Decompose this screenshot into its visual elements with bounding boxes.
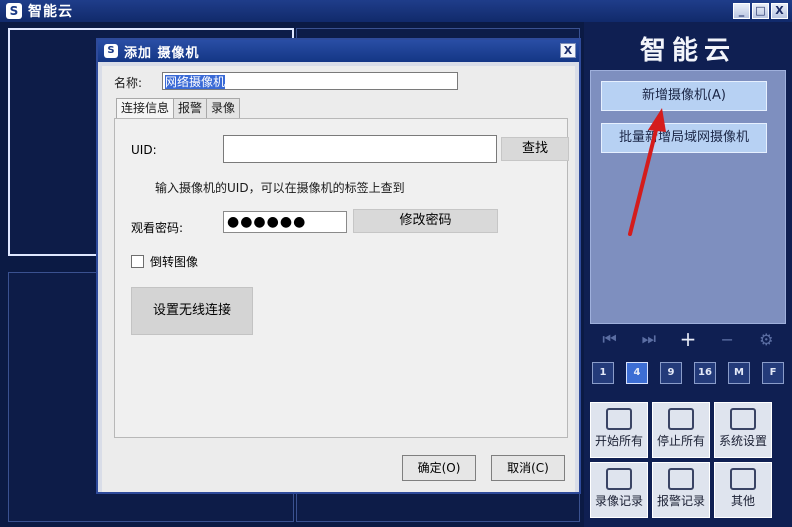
uid-hint: 输入摄像机的UID，可以在摄像机的标签上查到 — [155, 181, 405, 195]
layout-f-label: F — [769, 367, 777, 378]
flip-image-label: 倒转图像 — [150, 255, 199, 269]
app-title: 智能云 — [28, 4, 73, 20]
system-settings-label: 系统设置 — [718, 434, 767, 448]
alarm-log-button[interactable]: 报警记录 — [652, 462, 710, 518]
wifi-setup-button[interactable]: 设置无线连接 — [131, 287, 253, 335]
minimize-button[interactable]: _ — [733, 3, 750, 19]
dialog-logo-icon: S — [104, 44, 118, 58]
main-window: S 智能云 _ □ X 智能云 新增摄像机(A) 批量新增局域网摄像机 ⏮ ⏭ … — [0, 0, 792, 527]
layout-f-button[interactable]: F — [762, 362, 784, 384]
settings-icon — [730, 408, 756, 430]
name-label: 名称: — [114, 76, 143, 90]
title-bar[interactable]: S 智能云 _ □ X — [0, 0, 792, 22]
tab-connection[interactable]: 连接信息 — [116, 98, 175, 119]
layout-9-label: 9 — [667, 367, 675, 378]
add-camera-dialog: S 添加 摄像机 X 名称: 网络摄像机 连接信息 报警 录像 UID: 查找 … — [96, 38, 581, 494]
last-icon[interactable]: ⏭ — [637, 329, 661, 349]
minus-icon[interactable]: − — [715, 330, 739, 349]
layout-selector: 1 4 9 16 M F — [590, 362, 786, 388]
record-log-label: 录像记录 — [594, 494, 643, 508]
function-tiles: 开始所有 停止所有 系统设置 录像记录 报警记录 其他 — [590, 402, 786, 524]
layout-4-button[interactable]: 4 — [626, 362, 648, 384]
password-label: 观看密码: — [131, 221, 184, 235]
layout-9-button[interactable]: 9 — [660, 362, 682, 384]
window-controls: _ □ X — [733, 3, 788, 19]
layout-m-label: M — [734, 367, 744, 378]
system-settings-button[interactable]: 系统设置 — [714, 402, 772, 458]
right-panel: 智能云 新增摄像机(A) 批量新增局域网摄像机 ⏮ ⏭ + − ⚙ 1 4 9 … — [584, 22, 792, 527]
alarm-log-label: 报警记录 — [656, 494, 705, 508]
uid-input[interactable] — [223, 135, 497, 163]
maximize-button[interactable]: □ — [752, 3, 769, 19]
dialog-title: 添加 摄像机 — [124, 45, 200, 61]
stop-all-label: 停止所有 — [656, 434, 705, 448]
cancel-button[interactable]: 取消(C) — [491, 455, 565, 481]
plus-icon[interactable]: + — [676, 327, 700, 351]
dialog-tabs: 连接信息 报警 录像 — [116, 98, 241, 119]
app-logo-icon: S — [6, 3, 22, 19]
layout-16-label: 16 — [698, 367, 712, 378]
gear-icon[interactable]: ⚙ — [754, 330, 778, 349]
alarm-log-icon — [668, 468, 694, 490]
name-input[interactable]: 网络摄像机 — [162, 72, 458, 90]
brand-title: 智能云 — [639, 36, 736, 66]
layout-1-button[interactable]: 1 — [592, 362, 614, 384]
layout-16-button[interactable]: 16 — [694, 362, 716, 384]
record-log-icon — [606, 468, 632, 490]
ok-button[interactable]: 确定(O) — [402, 455, 476, 481]
dialog-body: 名称: 网络摄像机 连接信息 报警 录像 UID: 查找 输入摄像机的UID，可… — [102, 66, 575, 492]
name-value: 网络摄像机 — [165, 75, 226, 89]
connection-panel: UID: 查找 输入摄像机的UID，可以在摄像机的标签上查到 观看密码: ●●●… — [114, 118, 569, 438]
start-all-icon — [606, 408, 632, 430]
other-button[interactable]: 其他 — [714, 462, 772, 518]
layout-1-label: 1 — [599, 367, 607, 378]
find-button[interactable]: 查找 — [501, 137, 569, 161]
other-label: 其他 — [730, 494, 755, 508]
stop-all-button[interactable]: 停止所有 — [652, 402, 710, 458]
tools-icon — [730, 468, 756, 490]
flip-image-checkbox[interactable] — [131, 255, 144, 268]
tab-record[interactable]: 录像 — [206, 98, 241, 118]
uid-label: UID: — [131, 143, 157, 157]
dialog-title-bar[interactable]: S 添加 摄像机 X — [98, 40, 579, 62]
annotation-arrow — [628, 108, 666, 236]
stop-all-icon — [668, 408, 694, 430]
close-button[interactable]: X — [771, 3, 788, 19]
start-all-label: 开始所有 — [594, 434, 643, 448]
layout-m-button[interactable]: M — [728, 362, 750, 384]
start-all-button[interactable]: 开始所有 — [590, 402, 648, 458]
change-password-button[interactable]: 修改密码 — [353, 209, 498, 233]
password-input[interactable]: ●●●●●● — [223, 211, 347, 233]
first-icon[interactable]: ⏮ — [598, 329, 622, 349]
layout-4-label: 4 — [633, 367, 641, 378]
flip-image-row[interactable]: 倒转图像 — [131, 253, 198, 270]
tab-alarm[interactable]: 报警 — [173, 98, 208, 118]
dialog-close-button[interactable]: X — [560, 43, 576, 58]
camera-nav-bar: ⏮ ⏭ + − ⚙ — [590, 326, 786, 352]
record-log-button[interactable]: 录像记录 — [590, 462, 648, 518]
